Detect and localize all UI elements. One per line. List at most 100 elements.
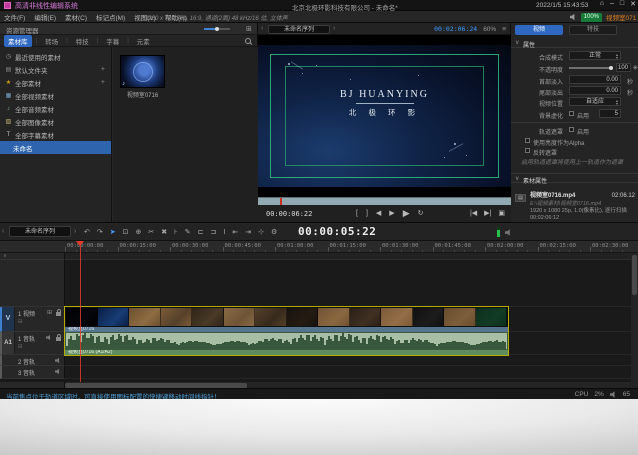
playhead-line[interactable] <box>80 241 81 382</box>
lock-icon[interactable] <box>56 312 61 316</box>
timeline-vscrollbar[interactable] <box>631 253 638 382</box>
menu-编辑(E)[interactable]: 编辑(E) <box>34 12 56 22</box>
thumbnail-mode-icon[interactable]: ⊞ <box>47 309 52 316</box>
fullscreen-icon[interactable]: ▣ <box>498 209 505 218</box>
play-icon[interactable]: ▶ <box>403 209 410 218</box>
prev-sequence-icon[interactable]: ‹ <box>2 228 4 235</box>
loop-icon[interactable]: ↻ <box>418 209 424 218</box>
maximize-button[interactable]: □ <box>620 0 624 8</box>
delete-icon[interactable]: ✖ <box>161 228 167 236</box>
sequence-tab[interactable]: 未命名序列 <box>268 25 330 34</box>
track-header-audio-1[interactable]: A1 1 音轨 ⊟ <box>0 332 65 355</box>
track-select-icon[interactable]: ⊡ <box>123 228 129 236</box>
tab-effects[interactable]: 特技 <box>569 25 617 35</box>
keyframe-icon[interactable]: ◈ <box>633 64 638 71</box>
jump-next-icon[interactable]: ⇥ <box>245 228 251 236</box>
minimize-button[interactable]: – <box>610 0 614 8</box>
set-out-icon[interactable]: ⊐ <box>211 228 217 236</box>
menu-文件(F)[interactable]: 文件(F) <box>4 12 25 22</box>
timeline-ruler[interactable]: 00:00:00:0000:00:15:0000:00:30:0000:00:4… <box>0 241 638 253</box>
player-seek-bar[interactable] <box>258 197 511 205</box>
next-frame-icon[interactable]: ▶ <box>389 209 394 218</box>
opacity-value[interactable]: 100 <box>616 63 631 72</box>
add-icon[interactable]: + <box>101 66 105 73</box>
redo-icon[interactable]: ↷ <box>97 228 103 236</box>
timeline-video-clip[interactable]: 视频室0716 <box>65 307 508 332</box>
undo-icon[interactable]: ↶ <box>84 228 90 236</box>
blend-mode-select[interactable]: 正常▴▾ <box>569 51 621 60</box>
ibeam-icon[interactable]: I <box>223 229 225 236</box>
track-matte-checkbox[interactable] <box>569 127 574 132</box>
track-header-audio-2[interactable]: 2 音轨 <box>0 355 65 366</box>
player-menu-icon[interactable]: ≡ <box>502 26 506 33</box>
grid-view-icon[interactable]: ⊞ <box>246 25 252 33</box>
bin-tree-item[interactable]: ▨全部图像素材 <box>0 115 111 128</box>
bin-tree-item[interactable]: ▤默认文件夹+ <box>0 63 111 76</box>
bin-tree-item[interactable]: ♪全部音频素材 <box>0 102 111 115</box>
fade-in-value[interactable]: 0.00 <box>569 75 621 84</box>
add-icon[interactable]: + <box>101 79 105 86</box>
prev-frame-icon[interactable]: ◀ <box>376 209 381 218</box>
bin-tree-item[interactable]: ▦全部视频素材 <box>0 89 111 102</box>
chevron-down-icon[interactable]: ∨ <box>515 39 519 46</box>
browser-tab-字幕[interactable]: 字幕 <box>102 35 123 47</box>
clip-thumbnail-card[interactable]: ♪ 视频室0716 <box>120 55 165 99</box>
audio-track-2-lane[interactable] <box>65 355 638 366</box>
matte-luma-checkbox[interactable] <box>525 138 530 143</box>
audio-track-3-lane[interactable] <box>65 366 638 379</box>
clip-thumbnail-image[interactable]: ♪ <box>120 55 165 88</box>
background-blur-value[interactable]: 5 <box>599 109 621 118</box>
menu-标记点(M)[interactable]: 标记点(M) <box>96 12 125 22</box>
browser-tab-元素[interactable]: 元素 <box>133 35 154 47</box>
track-expand-icon[interactable]: ⊟ <box>18 319 23 325</box>
browser-tab-转场[interactable]: 转场 <box>41 35 62 47</box>
timeline-audio-clip[interactable]: 视频室0716 (A1/A2) <box>65 332 508 355</box>
pen-icon[interactable]: ✎ <box>185 228 191 236</box>
timeline-marker-bar[interactable] <box>0 253 638 260</box>
snap-icon[interactable]: ⊹ <box>258 228 264 236</box>
mark-out-icon[interactable]: ] <box>366 209 368 218</box>
timeline-speaker-icon[interactable] <box>505 229 512 236</box>
timeline-sequence-tab[interactable]: 未命名序列 <box>9 226 71 237</box>
home-icon[interactable]: ⌂ <box>600 0 604 8</box>
matte-invert-checkbox[interactable] <box>525 148 530 153</box>
bin-tree-item[interactable]: ◷最近使用的素材 <box>0 50 111 63</box>
browser-tab-素材库[interactable]: 素材库 <box>4 35 32 47</box>
chevron-down-icon[interactable]: ∨ <box>515 175 519 182</box>
mute-icon[interactable] <box>46 335 52 341</box>
background-blur-checkbox[interactable] <box>569 111 574 116</box>
bin-tree-item[interactable]: 未命名 <box>0 141 111 154</box>
thumbnail-size-slider[interactable] <box>204 28 230 30</box>
menu-素材(C)[interactable]: 素材(C) <box>65 12 87 22</box>
search-icon[interactable] <box>245 38 252 45</box>
close-button[interactable]: ✕ <box>630 0 636 8</box>
speaker-icon[interactable] <box>610 391 617 398</box>
prev-sequence-icon[interactable]: ‹ <box>261 25 263 32</box>
track-expand-icon[interactable]: ⊟ <box>18 344 23 350</box>
track-header-audio-3[interactable]: 3 音轨 <box>0 366 65 379</box>
collapse-icon[interactable]: ∨ <box>3 253 7 259</box>
preview-zoom-level[interactable]: 60% <box>483 26 496 33</box>
video-position-select[interactable]: 自适应▴▾ <box>569 97 621 106</box>
timeline-empty-lane[interactable] <box>65 260 638 307</box>
track-header-video-1[interactable]: V 1 视频 ⊞ ⊟ <box>0 307 65 332</box>
trim-icon[interactable]: ⊦ <box>174 228 178 236</box>
next-sequence-icon[interactable]: › <box>333 25 335 32</box>
settings-icon[interactable]: ⚙ <box>271 228 277 236</box>
jump-prev-icon[interactable]: ⇤ <box>232 228 238 236</box>
lock-icon[interactable] <box>56 337 61 341</box>
razor-icon[interactable]: ✂ <box>148 228 154 236</box>
browser-tab-特技[interactable]: 特技 <box>72 35 93 47</box>
tab-video[interactable]: 视频 <box>515 25 563 35</box>
mute-icon[interactable] <box>55 358 61 364</box>
pointer-tool-icon[interactable]: ➤ <box>110 228 116 236</box>
opacity-slider[interactable] <box>569 67 613 69</box>
volume-icon[interactable] <box>570 14 577 21</box>
set-in-icon[interactable]: ⊏ <box>198 228 204 236</box>
mark-in-icon[interactable]: [ <box>356 209 358 218</box>
vscroll-thumb[interactable] <box>632 255 637 295</box>
mute-icon[interactable] <box>55 369 61 375</box>
bin-tree-item[interactable]: ★全部素材+ <box>0 76 111 89</box>
next-sequence-icon[interactable]: › <box>74 228 76 235</box>
insert-mode-icon[interactable]: ⊕ <box>136 228 142 236</box>
